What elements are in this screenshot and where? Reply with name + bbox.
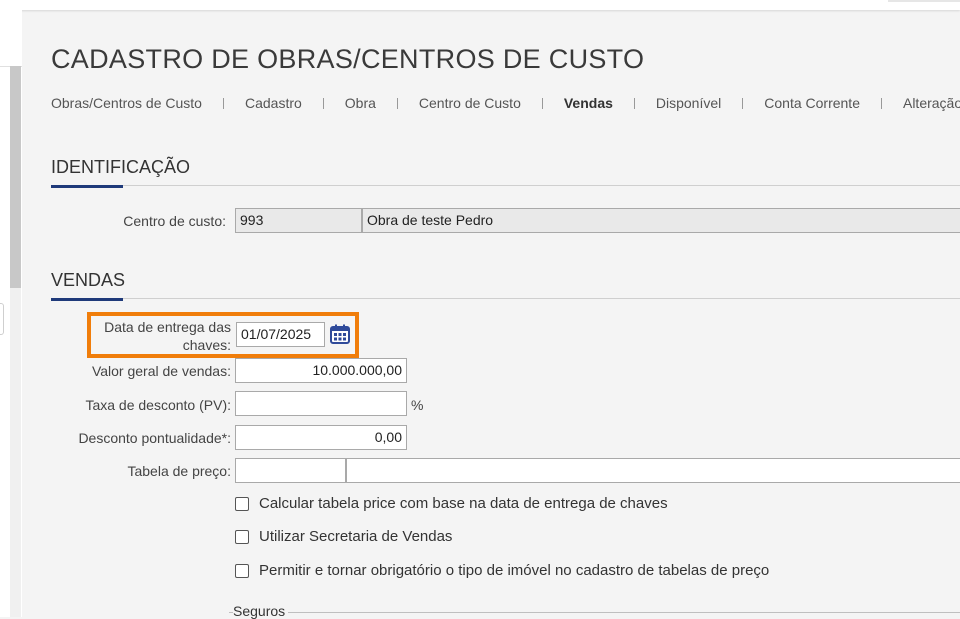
tab-separator: [222, 97, 224, 109]
tab-obra[interactable]: Obra: [345, 95, 376, 111]
secretaria-vendas-checkbox-label: Utilizar Secretaria de Vendas: [259, 528, 453, 545]
tabela-preco-name-input[interactable]: [346, 458, 960, 483]
page-title: CADASTRO DE OBRAS/CENTROS DE CUSTO: [51, 44, 645, 74]
valor-geral-vendas-label: Valor geral de vendas:: [91, 363, 231, 379]
percent-symbol: %: [411, 397, 424, 413]
valor-geral-vendas-input[interactable]: 10.000.000,00: [235, 358, 407, 383]
tab-centro-de-custo[interactable]: Centro de Custo: [419, 95, 521, 111]
tipo-imovel-checkbox-label: Permitir e tornar obrigatório o tipo de …: [259, 562, 770, 579]
tab-separator: [541, 97, 543, 109]
tab-separator: [633, 97, 635, 109]
tabela-preco-label: Tabela de preço:: [127, 463, 231, 479]
tab-vendas[interactable]: Vendas: [564, 95, 613, 111]
tipo-imovel-checkbox[interactable]: [235, 563, 249, 578]
side-collapse-handle[interactable]: [0, 303, 4, 335]
tab-separator: [322, 97, 324, 109]
left-panel-header: [0, 10, 22, 67]
tab-separator: [396, 97, 398, 109]
tabela-price-checkbox[interactable]: [235, 496, 249, 511]
centro-de-custo-label: Centro de custo:: [123, 213, 226, 229]
checkbox-row-secretaria-vendas[interactable]: Utilizar Secretaria de Vendas: [235, 528, 452, 545]
section-underline: [51, 185, 123, 188]
section-divider: [51, 298, 960, 299]
tab-bar: Obras/Centros de Custo Cadastro Obra Cen…: [51, 95, 960, 111]
top-bar-control[interactable]: [888, 0, 960, 2]
section-underline: [51, 298, 123, 301]
seguros-fieldset-border: [229, 612, 960, 613]
section-divider: [51, 185, 960, 186]
tab-obras-centros-de-custo[interactable]: Obras/Centros de Custo: [51, 95, 202, 111]
checkbox-row-tipo-imovel[interactable]: Permitir e tornar obrigatório o tipo de …: [235, 562, 769, 579]
checkbox-row-tabela-price[interactable]: Calcular tabela price com base na data d…: [235, 495, 668, 512]
tab-separator: [742, 97, 744, 109]
desconto-pontualidade-input[interactable]: 0,00: [235, 425, 407, 450]
taxa-desconto-label: Taxa de desconto (PV):: [85, 397, 231, 413]
tab-conta-corrente[interactable]: Conta Corrente: [764, 95, 860, 111]
tab-alteracao[interactable]: Alteração: [903, 95, 960, 111]
centro-de-custo-name-field: Obra de teste Pedro: [362, 208, 960, 233]
tab-separator: [880, 97, 882, 109]
desconto-pontualidade-label: Desconto pontualidade*:: [78, 430, 231, 446]
tabela-preco-code-input[interactable]: [235, 458, 346, 483]
tabela-price-checkbox-label: Calcular tabela price com base na data d…: [259, 495, 668, 512]
highlight-box: [87, 312, 359, 358]
centro-de-custo-code-field: 993: [235, 208, 362, 233]
tab-disponivel[interactable]: Disponível: [656, 95, 721, 111]
tab-cadastro[interactable]: Cadastro: [245, 95, 302, 111]
top-bar: [0, 0, 960, 10]
section-title-vendas: VENDAS: [51, 270, 126, 290]
secretaria-vendas-checkbox[interactable]: [235, 529, 249, 544]
taxa-desconto-input[interactable]: [235, 391, 407, 416]
scrollbar-thumb[interactable]: [10, 66, 21, 288]
section-title-identificacao: IDENTIFICAÇÃO: [51, 157, 191, 177]
